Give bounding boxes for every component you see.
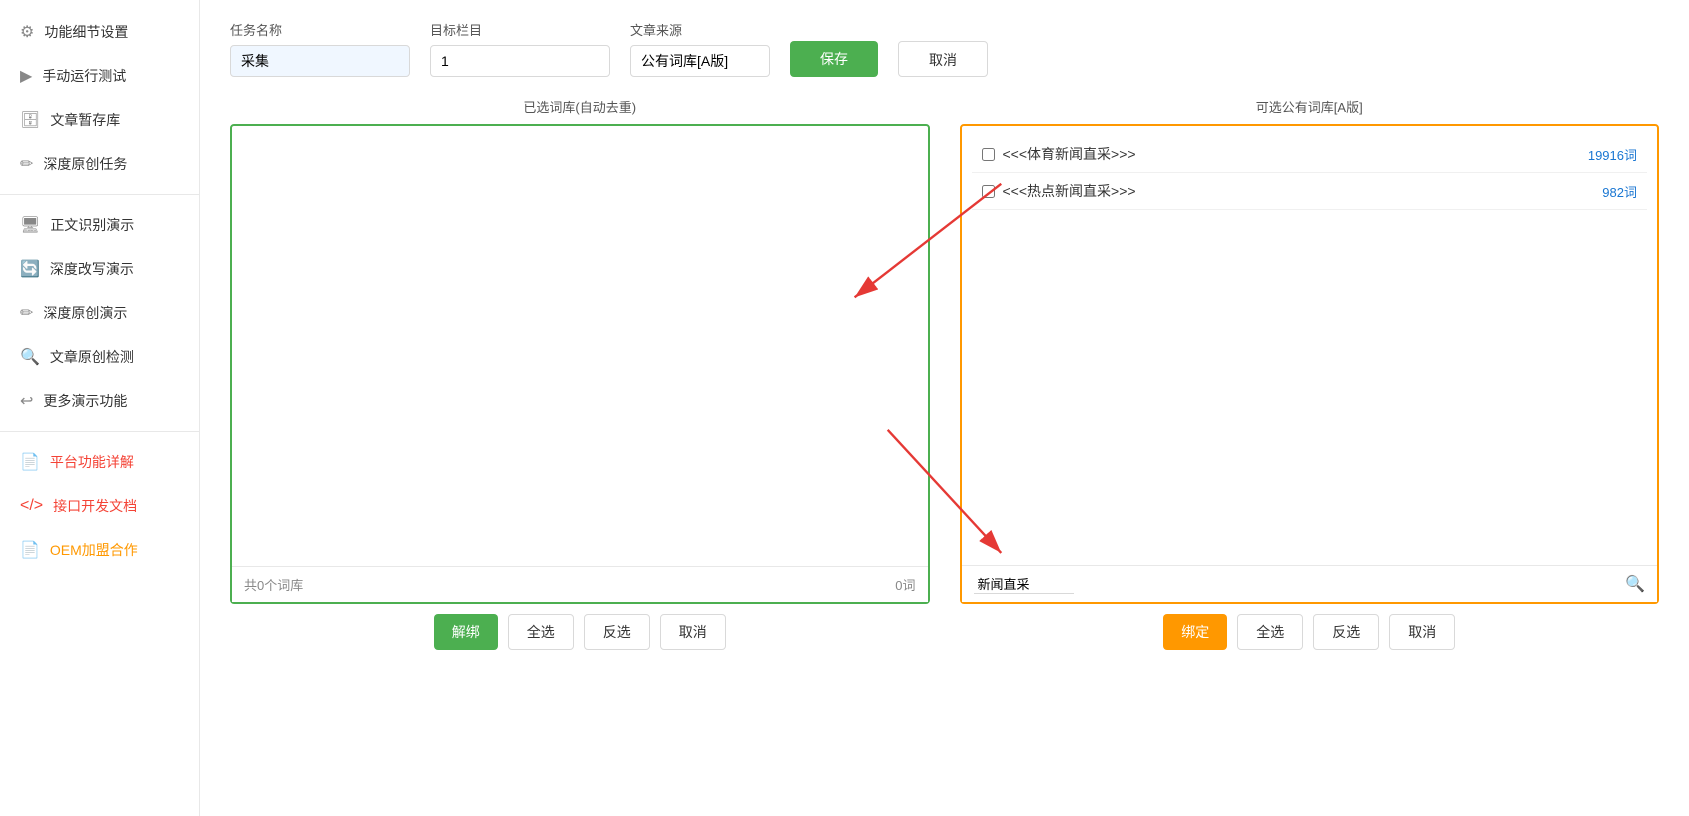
edit-icon: ✏ [20, 154, 33, 174]
doc-icon: 📄 [20, 452, 40, 472]
sidebar-label: 接口开发文档 [53, 496, 137, 516]
left-panel-inner [242, 136, 918, 576]
right-panel-section: 可选公有词库[A版] <<<体育新闻直采>>> 19916词 <<<热点新闻直采… [960, 97, 1660, 650]
invert-left-button[interactable]: 反选 [584, 614, 650, 650]
target-column-group: 目标栏目 [430, 20, 610, 77]
sidebar-item-feature-settings[interactable]: ⚙ 功能细节设置 [0, 10, 199, 54]
item2-name: <<<热点新闻直采>>> [1003, 181, 1595, 201]
sidebar-label: 深度改写演示 [50, 259, 134, 279]
sidebar-item-api-docs[interactable]: </> 接口开发文档 [0, 484, 199, 528]
sidebar-label: 更多演示功能 [43, 391, 127, 411]
article-source-select[interactable]: 公有词库[A版] 私有词库 其他 [630, 45, 770, 77]
target-column-label: 目标栏目 [430, 20, 610, 39]
sidebar-label: 手动运行测试 [42, 66, 126, 86]
left-panel-box: 共0个词库 0词 [230, 124, 930, 604]
sidebar-label: 文章暂存库 [50, 110, 120, 130]
sidebar-label: 平台功能详解 [50, 452, 134, 472]
right-search-input[interactable] [974, 574, 1074, 594]
left-panel-title: 已选词库(自动去重) [230, 97, 930, 116]
edit2-icon: ✏ [20, 303, 33, 323]
divider-1 [0, 194, 199, 195]
save-button[interactable]: 保存 [790, 41, 878, 77]
item2-count: 982词 [1602, 182, 1637, 201]
sidebar-item-platform-detail[interactable]: 📄 平台功能详解 [0, 440, 199, 484]
gear-icon: ⚙ [20, 22, 34, 42]
play-icon: ▶ [20, 66, 32, 86]
task-name-group: 任务名称 [230, 20, 410, 77]
select-all-right-button[interactable]: 全选 [1237, 614, 1303, 650]
sidebar-item-deep-rewrite[interactable]: 🔄 深度改写演示 [0, 247, 199, 291]
invert-right-button[interactable]: 反选 [1313, 614, 1379, 650]
item1-name: <<<体育新闻直采>>> [1003, 144, 1580, 164]
sidebar-item-article-check[interactable]: 🔍 文章原创检测 [0, 335, 199, 379]
database-icon: 🗄 [20, 110, 40, 130]
item1-checkbox[interactable] [982, 148, 995, 161]
search-icon: 🔍 [20, 347, 40, 367]
sidebar-item-text-recognition[interactable]: 🖥 正文识别演示 [0, 203, 199, 247]
search-icon[interactable]: 🔍 [1625, 574, 1645, 594]
main-content: 任务名称 目标栏目 文章来源 公有词库[A版] 私有词库 其他 保存 取消 已选… [200, 0, 1689, 816]
sidebar-item-deep-original[interactable]: ✏ 深度原创任务 [0, 142, 199, 186]
sidebar-item-more-demo[interactable]: ↩ 更多演示功能 [0, 379, 199, 423]
sidebar-item-deep-original-demo[interactable]: ✏ 深度原创演示 [0, 291, 199, 335]
sidebar-item-manual-run[interactable]: ▶ 手动运行测试 [0, 54, 199, 98]
cancel-left-button[interactable]: 取消 [660, 614, 726, 650]
monitor-icon: 🖥 [20, 215, 40, 235]
item2-checkbox[interactable] [982, 185, 995, 198]
left-panel-footer: 共0个词库 0词 [232, 566, 928, 602]
item1-count: 19916词 [1588, 145, 1637, 164]
right-panel-inner: <<<体育新闻直采>>> 19916词 <<<热点新闻直采>>> 982词 [972, 136, 1648, 576]
more-icon: ↩ [20, 391, 33, 411]
panels-area: 已选词库(自动去重) 共0个词库 0词 解绑 全选 反选 取消 可选公有词库[A… [230, 97, 1659, 650]
bind-button[interactable]: 绑定 [1163, 614, 1227, 650]
left-panel-section: 已选词库(自动去重) 共0个词库 0词 解绑 全选 反选 取消 [230, 97, 930, 650]
divider-2 [0, 431, 199, 432]
list-item: <<<体育新闻直采>>> 19916词 [972, 136, 1648, 173]
cancel-top-button[interactable]: 取消 [898, 41, 988, 77]
left-action-row: 解绑 全选 反选 取消 [230, 614, 930, 650]
sidebar-label: 深度原创演示 [43, 303, 127, 323]
article-source-select-wrap: 公有词库[A版] 私有词库 其他 [630, 45, 770, 77]
article-source-group: 文章来源 公有词库[A版] 私有词库 其他 [630, 20, 770, 77]
sidebar-label: 文章原创检测 [50, 347, 134, 367]
sidebar-label: 深度原创任务 [43, 154, 127, 174]
left-footer-count: 共0个词库 [244, 575, 303, 594]
select-all-left-button[interactable]: 全选 [508, 614, 574, 650]
unbind-button[interactable]: 解绑 [434, 614, 498, 650]
list-item: <<<热点新闻直采>>> 982词 [972, 173, 1648, 210]
sidebar-label: 功能细节设置 [44, 22, 128, 42]
sidebar-item-article-temp[interactable]: 🗄 文章暂存库 [0, 98, 199, 142]
right-panel-title: 可选公有词库[A版] [960, 97, 1660, 116]
doc2-icon: 📄 [20, 540, 40, 560]
sidebar-item-oem-coop[interactable]: 📄 OEM加盟合作 [0, 528, 199, 572]
code-icon: </> [20, 497, 43, 515]
cancel-right-button[interactable]: 取消 [1389, 614, 1455, 650]
target-column-input[interactable] [430, 45, 610, 77]
sidebar: ⚙ 功能细节设置 ▶ 手动运行测试 🗄 文章暂存库 ✏ 深度原创任务 🖥 正文识… [0, 0, 200, 816]
sidebar-label: 正文识别演示 [50, 215, 134, 235]
article-source-label: 文章来源 [630, 20, 770, 39]
right-panel-footer: 🔍 [962, 565, 1658, 602]
left-footer-words: 0词 [895, 575, 915, 594]
right-action-row: 绑定 全选 反选 取消 [960, 614, 1660, 650]
sidebar-label: OEM加盟合作 [50, 540, 138, 560]
refresh-icon: 🔄 [20, 259, 40, 279]
right-panel-box: <<<体育新闻直采>>> 19916词 <<<热点新闻直采>>> 982词 🔍 [960, 124, 1660, 604]
form-row: 任务名称 目标栏目 文章来源 公有词库[A版] 私有词库 其他 保存 取消 [230, 20, 1659, 77]
task-name-input[interactable] [230, 45, 410, 77]
task-name-label: 任务名称 [230, 20, 410, 39]
